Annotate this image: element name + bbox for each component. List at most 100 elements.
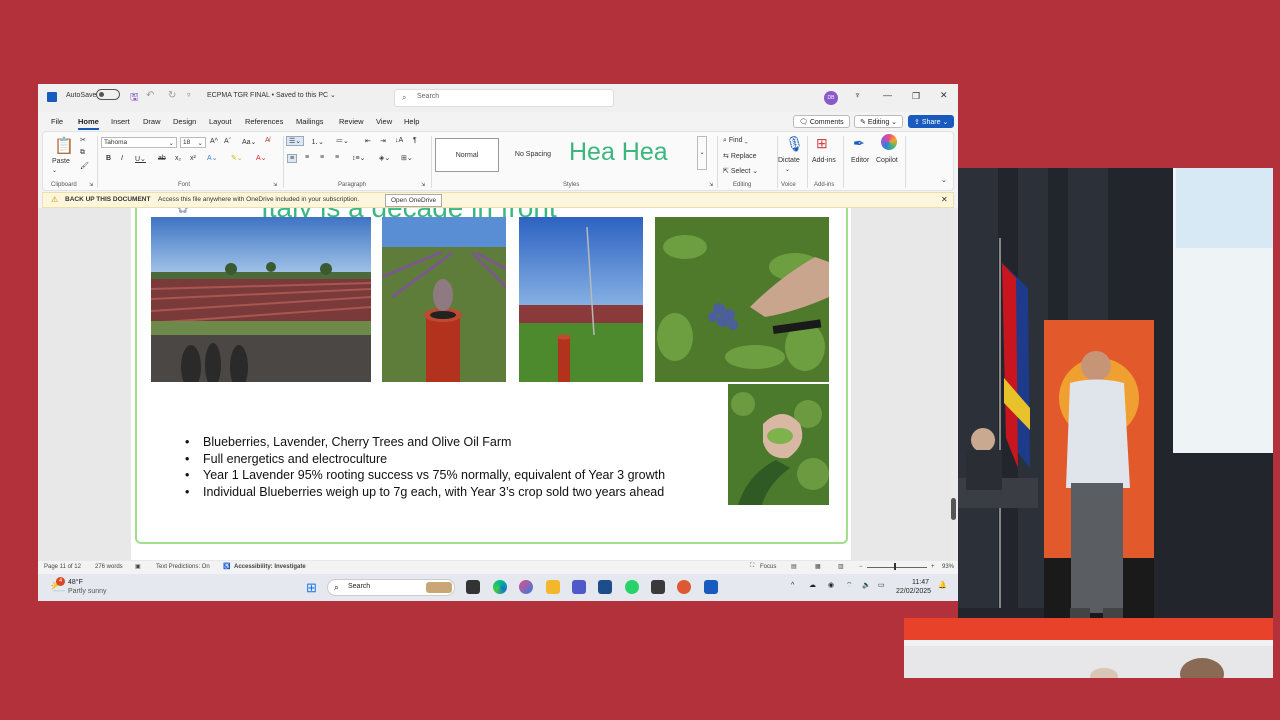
tab-review[interactable]: Review xyxy=(339,117,364,126)
addins-grid-icon[interactable]: ⊞ xyxy=(816,135,828,152)
comments-button[interactable]: 🗨 Comments xyxy=(793,115,850,128)
autosave-toggle[interactable] xyxy=(96,89,120,104)
style-heading-samples[interactable]: Hea Hea xyxy=(569,138,693,167)
shrink-font-icon[interactable]: Aˇ xyxy=(224,138,231,145)
justify-icon[interactable]: ≡ xyxy=(335,154,339,161)
tab-home[interactable]: Home xyxy=(78,117,99,130)
numbering-icon[interactable]: ⒈⌄ xyxy=(311,137,324,147)
accessibility-status[interactable]: Accessibility: Investigate xyxy=(234,564,306,570)
word-taskbar-icon[interactable] xyxy=(704,580,718,594)
superscript-icon[interactable]: x² xyxy=(190,155,196,162)
read-mode-icon[interactable]: ▤ xyxy=(791,563,797,570)
paste-label[interactable]: Paste xyxy=(52,158,70,165)
avatar[interactable]: DB xyxy=(824,91,838,105)
notification-bell-icon[interactable]: 🔔 xyxy=(938,581,947,589)
tray-app-icon[interactable]: ◉ xyxy=(828,581,834,589)
editing-mode-button[interactable]: ✎ Editing ⌄ xyxy=(854,115,904,128)
bullets-icon[interactable]: ☰⌄ xyxy=(286,136,305,146)
tab-file[interactable]: File xyxy=(51,117,63,126)
bold-icon[interactable]: B xyxy=(106,155,111,162)
zoom-in-icon[interactable]: + xyxy=(931,564,935,570)
tab-layout[interactable]: Layout xyxy=(209,117,232,126)
copilot-button[interactable]: Copilot xyxy=(876,157,898,164)
save-icon[interactable]: 🖫 xyxy=(130,90,139,107)
shading-icon[interactable]: ◈⌄ xyxy=(379,154,390,162)
lightbulb-icon[interactable]: ♆ xyxy=(854,90,861,100)
temperature[interactable]: 48°F xyxy=(68,579,83,586)
sort-icon[interactable]: ↓A xyxy=(395,137,403,144)
addins-button[interactable]: Add-ins xyxy=(812,157,836,164)
tab-design[interactable]: Design xyxy=(173,117,196,126)
whatsapp-icon[interactable] xyxy=(625,580,639,594)
volume-icon[interactable]: 🔈 xyxy=(862,581,871,589)
focus-label[interactable]: Focus xyxy=(760,564,776,570)
editor-button[interactable]: Editor xyxy=(851,157,869,164)
windows-start-icon[interactable]: ⊞ xyxy=(306,580,317,596)
tab-references[interactable]: References xyxy=(245,117,283,126)
edge-icon[interactable] xyxy=(493,580,507,594)
tab-mailings[interactable]: Mailings xyxy=(296,117,324,126)
align-left-icon[interactable]: ≡ xyxy=(287,154,298,163)
paste-dropdown-icon[interactable]: ⌄ xyxy=(52,167,57,174)
align-center-icon[interactable]: ≡ xyxy=(305,154,309,161)
dialog-launcher-icon[interactable]: ⇲ xyxy=(89,182,93,188)
font-name-select[interactable]: Tahoma ⌄ xyxy=(101,137,177,148)
clock-time[interactable]: 11:47 xyxy=(912,579,929,586)
subscript-icon[interactable]: x₂ xyxy=(175,155,181,162)
accessibility-icon[interactable]: ♿ xyxy=(223,563,230,570)
clock-date[interactable]: 22/02/2025 xyxy=(896,588,931,595)
line-spacing-icon[interactable]: ↕≡⌄ xyxy=(352,154,365,162)
close-icon[interactable]: ✕ xyxy=(941,195,948,204)
document-title[interactable]: ECPMA TGR FINAL • Saved to this PC xyxy=(207,92,328,99)
collapse-ribbon-icon[interactable]: ⌄ xyxy=(941,176,947,184)
dialog-launcher-icon[interactable]: ⇲ xyxy=(273,182,277,188)
underline-icon[interactable]: U⌄ xyxy=(135,155,146,163)
decrease-indent-icon[interactable]: ⇤ xyxy=(365,137,371,145)
clear-formatting-icon[interactable]: A̸ xyxy=(265,137,270,144)
italic-icon[interactable]: I xyxy=(121,155,123,162)
dictate-dropdown-icon[interactable]: ⌄ xyxy=(785,166,790,173)
align-right-icon[interactable]: ≡ xyxy=(320,154,324,161)
scrollbar-thumb[interactable] xyxy=(951,498,956,520)
zoom-level[interactable]: 93% xyxy=(942,564,954,570)
file-explorer-icon[interactable] xyxy=(546,580,560,594)
increase-indent-icon[interactable]: ⇥ xyxy=(380,137,386,145)
web-layout-icon[interactable]: ▥ xyxy=(838,563,844,570)
tab-insert[interactable]: Insert xyxy=(111,117,130,126)
customize-toolbar-icon[interactable]: ▿ xyxy=(187,91,191,99)
style-no-spacing[interactable]: No Spacing xyxy=(501,138,565,172)
teams-icon[interactable] xyxy=(572,580,586,594)
find-button[interactable]: ⌕ Find ⌄ xyxy=(723,137,748,145)
document-page[interactable]: Italy is a decade in front ✿ xyxy=(131,208,851,560)
grow-font-icon[interactable]: A^ xyxy=(210,138,218,145)
borders-icon[interactable]: ⊞⌄ xyxy=(401,154,413,162)
focus-icon[interactable]: ⛶ xyxy=(750,563,754,570)
proofing-icon[interactable]: ▣ xyxy=(135,563,141,570)
task-view-icon[interactable] xyxy=(466,580,480,594)
show-formatting-icon[interactable]: ¶ xyxy=(413,137,417,144)
text-effects-icon[interactable]: A⌄ xyxy=(207,154,218,162)
undo-icon[interactable]: ↶ xyxy=(146,90,154,101)
vertical-scrollbar[interactable] xyxy=(950,208,958,561)
microphone-icon[interactable]: 🎙 xyxy=(785,135,804,153)
word-count[interactable]: 276 words xyxy=(95,564,123,570)
minimize-icon[interactable]: — xyxy=(883,90,892,100)
zoom-slider[interactable] xyxy=(867,567,927,568)
tab-view[interactable]: View xyxy=(376,117,392,126)
tab-help[interactable]: Help xyxy=(404,117,419,126)
maximize-icon[interactable]: ❐ xyxy=(912,91,920,102)
font-size-select[interactable]: 18 ⌄ xyxy=(180,137,206,148)
dialog-launcher-icon[interactable]: ⇲ xyxy=(421,182,425,188)
document-canvas[interactable]: Italy is a decade in front ✿ xyxy=(38,208,958,561)
duckduckgo-icon[interactable] xyxy=(677,580,691,594)
style-normal[interactable]: Normal xyxy=(435,138,499,172)
app-icon[interactable] xyxy=(651,580,665,594)
copy-icon[interactable]: ⧉ xyxy=(80,149,85,157)
onedrive-icon[interactable]: ☁ xyxy=(809,581,816,589)
strikethrough-icon[interactable]: ab xyxy=(158,155,166,162)
cut-icon[interactable]: ✂ xyxy=(80,136,86,144)
multilevel-list-icon[interactable]: ≔⌄ xyxy=(336,137,349,145)
font-color-icon[interactable]: A⌄ xyxy=(256,154,267,162)
redo-icon[interactable]: ↻ xyxy=(168,90,176,101)
highlight-icon[interactable]: ✎⌄ xyxy=(231,154,243,162)
